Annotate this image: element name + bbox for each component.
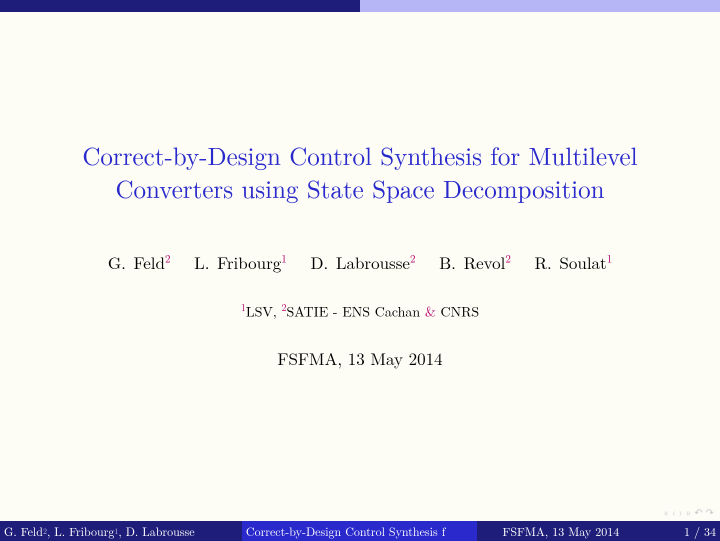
affil-text: LSV,: [246, 302, 282, 322]
affil-text: CNRS: [436, 302, 479, 322]
author: D. Labrousse2: [310, 250, 415, 274]
author-name: G. Feld: [108, 250, 165, 274]
author: B. Revol2: [439, 250, 511, 274]
headline-progress-bar: [0, 0, 720, 12]
nav-back-icon[interactable]: ↶: [694, 505, 702, 519]
author-list: G. Feld2 L. Fribourg1 D. Labrousse2 B. R…: [0, 250, 720, 274]
footer-authors: G. Feld2, L. Fribourg1, D. Labrousse: [0, 521, 242, 541]
author-affil-sup: 2: [165, 251, 171, 266]
footer-date: FSFMA, 13 May 2014: [477, 521, 645, 541]
affiliations: 1LSV, 2SATIE - ENS Cachan & CNRS: [0, 300, 720, 322]
footer-bar: G. Feld2, L. Fribourg1, D. Labrousse Cor…: [0, 521, 720, 541]
affil-text: SATIE - ENS Cachan: [286, 302, 424, 322]
talk-date: FSFMA, 13 May 2014: [0, 346, 720, 370]
author-name: B. Revol: [439, 250, 505, 274]
author: G. Feld2: [108, 250, 171, 274]
author-name: L. Fribourg: [194, 250, 281, 274]
author-name: D. Labrousse: [310, 250, 410, 274]
ampersand: &: [425, 302, 436, 322]
author-affil-sup: 2: [505, 251, 511, 266]
nav-first-icon[interactable]: «: [663, 505, 669, 519]
author: R. Soulat1: [535, 250, 613, 274]
author-affil-sup: 1: [281, 251, 287, 266]
nav-last-icon[interactable]: »: [686, 505, 692, 519]
nav-icon-row: « ‹ › » ↶ ↷: [663, 505, 714, 519]
nav-prev-icon[interactable]: ‹: [672, 505, 676, 519]
author: L. Fribourg1: [194, 250, 287, 274]
title-line-1: Correct-by-Design Control Synthesis for …: [30, 140, 690, 173]
footer-author: G. Feld: [4, 523, 43, 540]
footer-author: , D. Labrousse: [118, 523, 194, 540]
footer-page: 1 / 34: [645, 521, 720, 541]
footer-author: , L. Fribourg: [47, 523, 114, 540]
talk-title: Correct-by-Design Control Synthesis for …: [0, 140, 720, 205]
author-affil-sup: 2: [410, 251, 416, 266]
slide: Correct-by-Design Control Synthesis for …: [0, 0, 720, 541]
author-name: R. Soulat: [535, 250, 607, 274]
nav-forward-icon[interactable]: ↷: [706, 505, 714, 519]
author-affil-sup: 1: [607, 251, 613, 266]
title-line-2: Converters using State Space Decompositi…: [30, 173, 690, 206]
progress-done: [0, 0, 360, 12]
footer-title: Correct-by-Design Control Synthesis f: [242, 521, 477, 541]
nav-next-icon[interactable]: ›: [679, 505, 683, 519]
progress-remaining: [360, 0, 720, 12]
